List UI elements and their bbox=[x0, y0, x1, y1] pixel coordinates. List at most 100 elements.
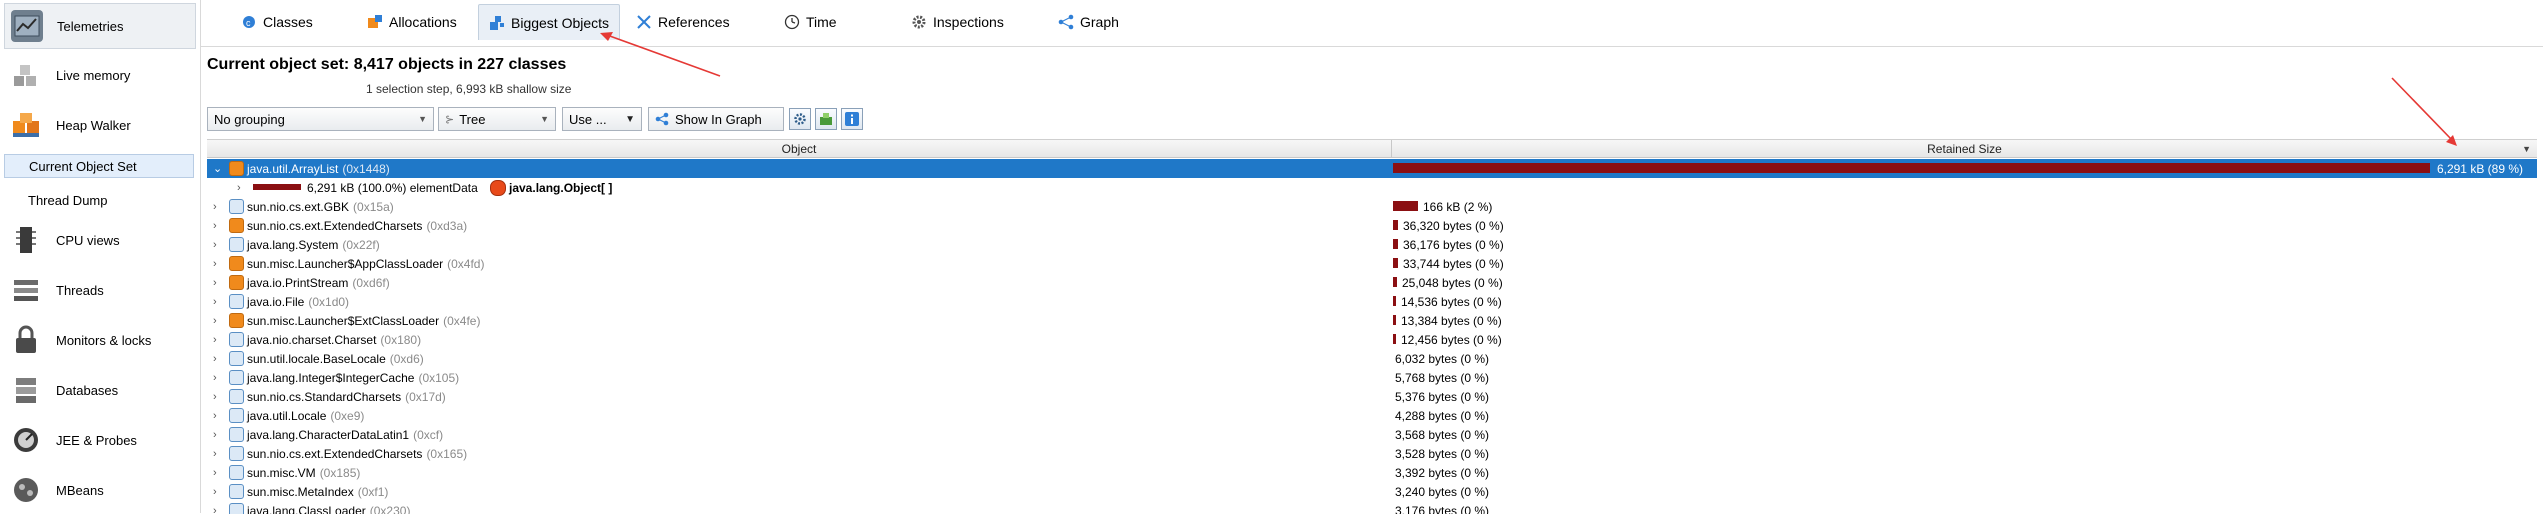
retained-size-value: 4,288 bytes (0 %) bbox=[1395, 409, 1489, 423]
table-row[interactable]: ›java.lang.CharacterDataLatin1(0xcf)3,56… bbox=[207, 425, 2537, 444]
table-row[interactable]: ›sun.util.locale.BaseLocale(0xd6)6,032 b… bbox=[207, 349, 2537, 368]
sidebar-item-label: Telemetries bbox=[57, 19, 123, 34]
table-row[interactable]: ›java.util.Locale(0xe9)4,288 bytes (0 %) bbox=[207, 406, 2537, 425]
sidebar-item-mbeans[interactable]: MBeans bbox=[4, 468, 194, 512]
settings-button[interactable] bbox=[789, 108, 811, 130]
expand-arrow-icon[interactable]: › bbox=[213, 296, 223, 308]
table-row[interactable]: ›sun.misc.Launcher$ExtClassLoader(0x4fe)… bbox=[207, 311, 2537, 330]
sidebar-item-monitors-locks[interactable]: Monitors & locks bbox=[4, 318, 194, 362]
use-menu-button[interactable]: Use ... ▼ bbox=[562, 107, 642, 131]
expand-arrow-icon[interactable]: › bbox=[213, 334, 223, 346]
toolbar: No grouping ▼ ⊱ Tree ▼ Use ... ▼ Show In… bbox=[207, 107, 2537, 133]
sidebar-item-jee-probes[interactable]: JEE & Probes bbox=[4, 418, 194, 462]
chevron-down-icon: ▼ bbox=[418, 114, 427, 124]
expand-arrow-icon[interactable]: › bbox=[213, 429, 223, 441]
table-row[interactable]: ›sun.misc.MetaIndex(0xf1)3,240 bytes (0 … bbox=[207, 482, 2537, 501]
tab-time[interactable]: Time bbox=[774, 4, 847, 40]
object-address: (0x4fe) bbox=[443, 314, 480, 328]
table-row[interactable]: ›java.lang.System(0x22f)36,176 bytes (0 … bbox=[207, 235, 2537, 254]
expand-arrow-icon[interactable]: › bbox=[213, 277, 223, 289]
biggest-objects-icon bbox=[489, 15, 505, 31]
tab-classes[interactable]: c Classes bbox=[231, 4, 323, 40]
retained-size-value: 3,528 bytes (0 %) bbox=[1395, 447, 1489, 461]
sidebar-item-cpu-views[interactable]: CPU views bbox=[4, 218, 194, 262]
cpu-views-icon bbox=[10, 224, 42, 256]
expand-arrow-icon[interactable]: › bbox=[213, 239, 223, 251]
object-class: java.nio.charset.Charset bbox=[247, 333, 376, 347]
object-class: sun.misc.VM bbox=[247, 466, 316, 480]
tab-label: Graph bbox=[1080, 14, 1119, 30]
expand-arrow-icon[interactable]: › bbox=[237, 182, 241, 194]
sidebar-item-label: Databases bbox=[56, 383, 118, 398]
object-icon bbox=[229, 503, 244, 514]
sidebar-item-telemetries[interactable]: Telemetries bbox=[4, 3, 196, 49]
sidebar-item-label: MBeans bbox=[56, 483, 104, 498]
sidebar-item-databases[interactable]: Databases bbox=[4, 368, 194, 412]
retained-size-value: 12,456 bytes (0 %) bbox=[1401, 333, 1502, 347]
object-class: sun.misc.Launcher$AppClassLoader bbox=[247, 257, 443, 271]
table-row-child[interactable]: › 6,291 kB (100.0%) elementData java.lan… bbox=[207, 178, 2537, 197]
expand-arrow-icon[interactable]: › bbox=[213, 201, 223, 213]
expand-arrow-icon[interactable]: › bbox=[213, 258, 223, 270]
tab-references[interactable]: References bbox=[626, 4, 740, 40]
expand-arrow-icon[interactable]: › bbox=[213, 391, 223, 403]
database-icon bbox=[10, 374, 42, 406]
object-icon bbox=[229, 237, 244, 252]
table-row[interactable]: › sun.misc.Launcher$AppClassLoader (0x4fd)… bbox=[207, 254, 2537, 273]
grouping-select[interactable]: No grouping ▼ bbox=[207, 107, 434, 131]
sidebar-item-current-object-set[interactable]: Current Object Set bbox=[4, 154, 194, 178]
tab-inspections[interactable]: Inspections bbox=[901, 4, 1014, 40]
table-row[interactable]: ›sun.nio.cs.ext.GBK(0x15a)166 kB (2 %) bbox=[207, 197, 2537, 216]
table-row[interactable]: ›java.lang.Integer$IntegerCache(0x105)5,… bbox=[207, 368, 2537, 387]
expand-arrow-icon[interactable]: › bbox=[213, 467, 223, 479]
sidebar-item-threads[interactable]: Threads bbox=[4, 268, 194, 312]
help-button[interactable] bbox=[841, 108, 863, 130]
tab-biggest-objects[interactable]: Biggest Objects bbox=[478, 4, 620, 40]
expand-arrow-icon[interactable]: › bbox=[213, 372, 223, 384]
sidebar-item-thread-dump[interactable]: Thread Dump bbox=[4, 188, 194, 212]
expand-arrow-icon[interactable]: › bbox=[213, 448, 223, 460]
tab-graph[interactable]: Graph bbox=[1048, 4, 1129, 40]
object-icon bbox=[229, 351, 244, 366]
show-in-graph-button[interactable]: Show In Graph bbox=[648, 107, 784, 131]
object-class: java.lang.CharacterDataLatin1 bbox=[247, 428, 409, 442]
table-row-selected[interactable]: ⌄ java.util.ArrayList(0x1448) 6,291 kB (… bbox=[207, 159, 2537, 178]
object-address: (0x15a) bbox=[353, 200, 394, 214]
column-header-retained-size[interactable]: Retained Size ▼ bbox=[1392, 140, 2537, 158]
object-class: java.lang.System bbox=[247, 238, 338, 252]
collapse-arrow-icon[interactable]: ⌄ bbox=[213, 162, 223, 175]
table-row[interactable]: ›sun.nio.cs.StandardCharsets(0x17d)5,376… bbox=[207, 387, 2537, 406]
gear-icon bbox=[911, 14, 927, 30]
object-name: sun.misc.MetaIndex(0xf1) bbox=[247, 485, 388, 499]
expand-arrow-icon[interactable]: › bbox=[213, 410, 223, 422]
table-row[interactable]: ›sun.nio.cs.ext.ExtendedCharsets(0x165)3… bbox=[207, 444, 2537, 463]
expand-arrow-icon[interactable]: › bbox=[213, 353, 223, 365]
tab-allocations[interactable]: Allocations bbox=[357, 4, 467, 40]
object-name: sun.nio.cs.StandardCharsets(0x17d) bbox=[247, 390, 446, 404]
expand-arrow-icon[interactable]: › bbox=[213, 220, 223, 232]
expand-arrow-icon[interactable]: › bbox=[213, 315, 223, 327]
object-class: java.lang.ClassLoader bbox=[247, 504, 366, 514]
view-mode-select[interactable]: ⊱ Tree ▼ bbox=[438, 107, 556, 131]
probes-icon bbox=[10, 424, 42, 456]
retained-size-value: 6,291 kB (89 %) bbox=[2437, 162, 2523, 176]
object-address: (0x230) bbox=[370, 504, 411, 514]
sidebar: Telemetries Live memory Heap Walker Curr… bbox=[0, 0, 201, 513]
table-row[interactable]: ›java.io.File(0x1d0)14,536 bytes (0 %) bbox=[207, 292, 2537, 311]
retained-size-value: 5,768 bytes (0 %) bbox=[1395, 371, 1489, 385]
object-icon bbox=[229, 484, 244, 499]
table-row[interactable]: ›sun.nio.cs.ext.ExtendedCharsets(0xd3a)3… bbox=[207, 216, 2537, 235]
table-row[interactable]: ›java.io.PrintStream(0xd6f)25,048 bytes … bbox=[207, 273, 2537, 292]
retained-size-value: 25,048 bytes (0 %) bbox=[1402, 276, 1503, 290]
column-header-object[interactable]: Object bbox=[207, 140, 1392, 158]
table-row[interactable]: ›sun.misc.VM(0x185)3,392 bytes (0 %) bbox=[207, 463, 2537, 482]
table-row[interactable]: ›java.lang.ClassLoader(0x230)3,176 bytes… bbox=[207, 501, 2537, 514]
show-in-graph-label: Show In Graph bbox=[675, 112, 762, 127]
sidebar-item-heap-walker[interactable]: Heap Walker bbox=[4, 103, 194, 147]
export-button[interactable] bbox=[815, 108, 837, 130]
retained-size-value: 36,176 bytes (0 %) bbox=[1403, 238, 1504, 252]
sidebar-item-live-memory[interactable]: Live memory bbox=[4, 53, 194, 97]
table-row[interactable]: ›java.nio.charset.Charset(0x180)12,456 b… bbox=[207, 330, 2537, 349]
expand-arrow-icon[interactable]: › bbox=[213, 486, 223, 498]
object-address: (0x4fd) bbox=[447, 257, 484, 271]
